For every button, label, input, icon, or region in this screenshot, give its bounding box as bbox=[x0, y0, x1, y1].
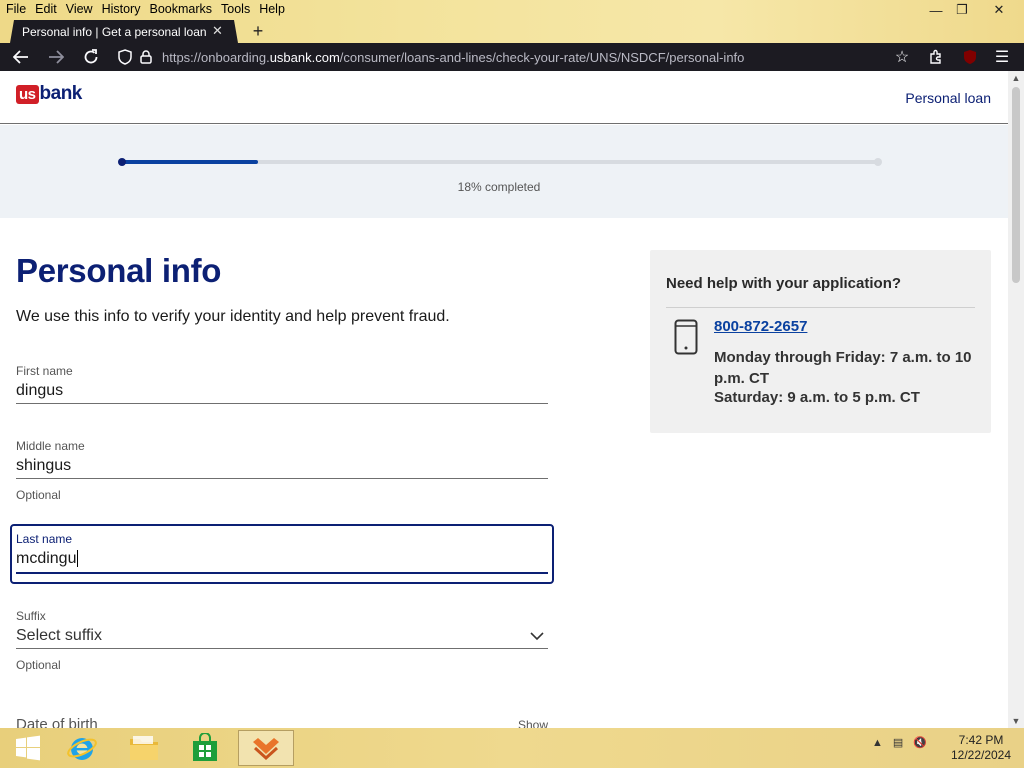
windows-store-icon[interactable] bbox=[177, 730, 233, 766]
taskbar-clock[interactable]: 7:42 PM 12/22/2024 bbox=[945, 733, 1017, 763]
windows-start-icon[interactable] bbox=[0, 730, 56, 766]
last-name-value: mcdingu bbox=[16, 550, 77, 567]
menu-help[interactable]: Help bbox=[253, 2, 288, 18]
help-card-divider bbox=[666, 307, 975, 308]
tray-expand-icon[interactable]: ▲ bbox=[872, 737, 883, 749]
progress-bar-fill bbox=[122, 160, 259, 164]
url-domain: usbank.com bbox=[269, 50, 340, 65]
first-name-field[interactable]: First name dingus bbox=[16, 364, 548, 404]
help-hours-saturday: Saturday: 9 a.m. to 5 p.m. CT bbox=[714, 389, 920, 406]
logo-us: us bbox=[16, 84, 39, 104]
first-name-label: First name bbox=[16, 364, 73, 378]
last-name-label: Last name bbox=[16, 532, 73, 546]
progress-section: 18% completed bbox=[0, 125, 1008, 218]
file-explorer-icon[interactable] bbox=[116, 730, 172, 766]
page-intro: We use this info to verify your identity… bbox=[16, 308, 450, 325]
middle-name-field[interactable]: Middle name shingus Optional bbox=[16, 439, 548, 502]
scroll-up-icon[interactable]: ▲ bbox=[1008, 73, 1024, 83]
page-title: Personal info bbox=[16, 252, 222, 289]
mobile-phone-icon bbox=[674, 319, 698, 355]
suffix-label: Suffix bbox=[16, 609, 46, 623]
text-caret bbox=[77, 550, 79, 568]
menu-file[interactable]: File bbox=[0, 2, 29, 18]
dob-label: Date of birth bbox=[16, 716, 98, 728]
help-hours-weekday: Monday through Friday: 7 a.m. to 10 p.m.… bbox=[714, 349, 972, 387]
dob-field[interactable]: Date of birth Show bbox=[16, 716, 548, 728]
url-prefix: https://onboarding. bbox=[162, 50, 270, 65]
usbank-logo[interactable]: us bank bbox=[16, 83, 82, 105]
volume-muted-icon[interactable]: 🔇 bbox=[913, 736, 927, 749]
navigation-toolbar: https://onboarding.usbank.com/consumer/l… bbox=[0, 43, 1024, 96]
page-scrollbar[interactable]: ▲ ▼ bbox=[1008, 71, 1024, 728]
back-icon[interactable] bbox=[8, 43, 34, 71]
lock-icon[interactable] bbox=[138, 43, 154, 71]
progress-start-dot bbox=[118, 158, 126, 166]
menu-history[interactable]: History bbox=[96, 2, 144, 18]
windows-taskbar: ▲ ▤ 🔇 7:42 PM 12/22/2024 bbox=[0, 728, 1024, 768]
scrollbar-thumb[interactable] bbox=[1012, 87, 1020, 283]
first-name-input[interactable]: dingus bbox=[16, 380, 548, 404]
page-content: us bank Personal loan 18% completed Pers… bbox=[0, 71, 1008, 728]
extensions-icon[interactable] bbox=[924, 43, 948, 71]
reload-icon[interactable] bbox=[78, 43, 104, 71]
last-name-field[interactable]: Last name mcdingu bbox=[10, 524, 554, 584]
suffix-select[interactable]: Select suffix bbox=[16, 625, 548, 649]
suffix-optional: Optional bbox=[16, 658, 61, 672]
menu-bar: File Edit View History Bookmarks Tools H… bbox=[0, 2, 288, 18]
logo-bank: bank bbox=[39, 83, 83, 104]
scroll-down-icon[interactable]: ▼ bbox=[1008, 716, 1024, 726]
personal-loan-link[interactable]: Personal loan bbox=[905, 90, 991, 106]
middle-name-optional: Optional bbox=[16, 488, 61, 502]
help-card: Need help with your application? 800-872… bbox=[650, 250, 991, 433]
help-card-title: Need help with your application? bbox=[666, 275, 902, 292]
menu-edit[interactable]: Edit bbox=[29, 2, 60, 18]
internet-explorer-icon[interactable] bbox=[54, 730, 110, 766]
chevron-down-icon[interactable] bbox=[530, 625, 544, 647]
clock-date: 12/22/2024 bbox=[950, 748, 1012, 762]
last-name-input[interactable]: mcdingu bbox=[16, 548, 548, 574]
forward-icon[interactable] bbox=[43, 43, 69, 71]
help-phone-link[interactable]: 800-872-2657 bbox=[714, 318, 807, 335]
tab-personal-info[interactable]: Personal info | Get a personal loan | ✕ bbox=[10, 20, 238, 43]
suffix-selected-value: Select suffix bbox=[16, 627, 102, 644]
suffix-field[interactable]: Suffix Select suffix Optional bbox=[16, 609, 548, 672]
progress-label: 18% completed bbox=[457, 180, 541, 194]
ublock-icon[interactable] bbox=[958, 43, 982, 71]
hamburger-menu-icon[interactable]: ☰ bbox=[990, 43, 1014, 71]
url-path: /consumer/loans-and-lines/check-your-rat… bbox=[339, 50, 745, 65]
middle-name-label: Middle name bbox=[16, 439, 85, 453]
dob-show-toggle[interactable]: Show bbox=[518, 718, 548, 728]
tab-close-icon[interactable]: ✕ bbox=[212, 23, 223, 39]
network-icon[interactable]: ▤ bbox=[893, 736, 903, 749]
tracking-shield-icon[interactable] bbox=[114, 43, 136, 71]
tab-title: Personal info | Get a personal loan | bbox=[22, 24, 210, 39]
address-bar[interactable]: https://onboarding.usbank.com/consumer/l… bbox=[162, 50, 744, 65]
firefox-taskbar-icon[interactable] bbox=[238, 730, 294, 766]
window-titlebar: File Edit View History Bookmarks Tools H… bbox=[0, 0, 1024, 43]
menu-tools[interactable]: Tools bbox=[215, 2, 253, 18]
clock-time: 7:42 PM bbox=[958, 733, 1004, 747]
bookmark-star-icon[interactable]: ☆ bbox=[890, 43, 914, 71]
restore-button[interactable]: ❐ bbox=[946, 0, 978, 20]
menu-bookmarks[interactable]: Bookmarks bbox=[143, 2, 215, 18]
progress-end-dot bbox=[874, 158, 882, 166]
menu-view[interactable]: View bbox=[60, 2, 96, 18]
middle-name-input[interactable]: shingus bbox=[16, 455, 548, 479]
site-header: us bank Personal loan bbox=[0, 71, 1008, 124]
window-close-button[interactable]: ✕ bbox=[976, 0, 1022, 20]
system-tray: ▲ ▤ 🔇 bbox=[872, 736, 927, 750]
progress-bar bbox=[122, 160, 878, 164]
new-tab-icon[interactable]: + bbox=[249, 21, 267, 42]
